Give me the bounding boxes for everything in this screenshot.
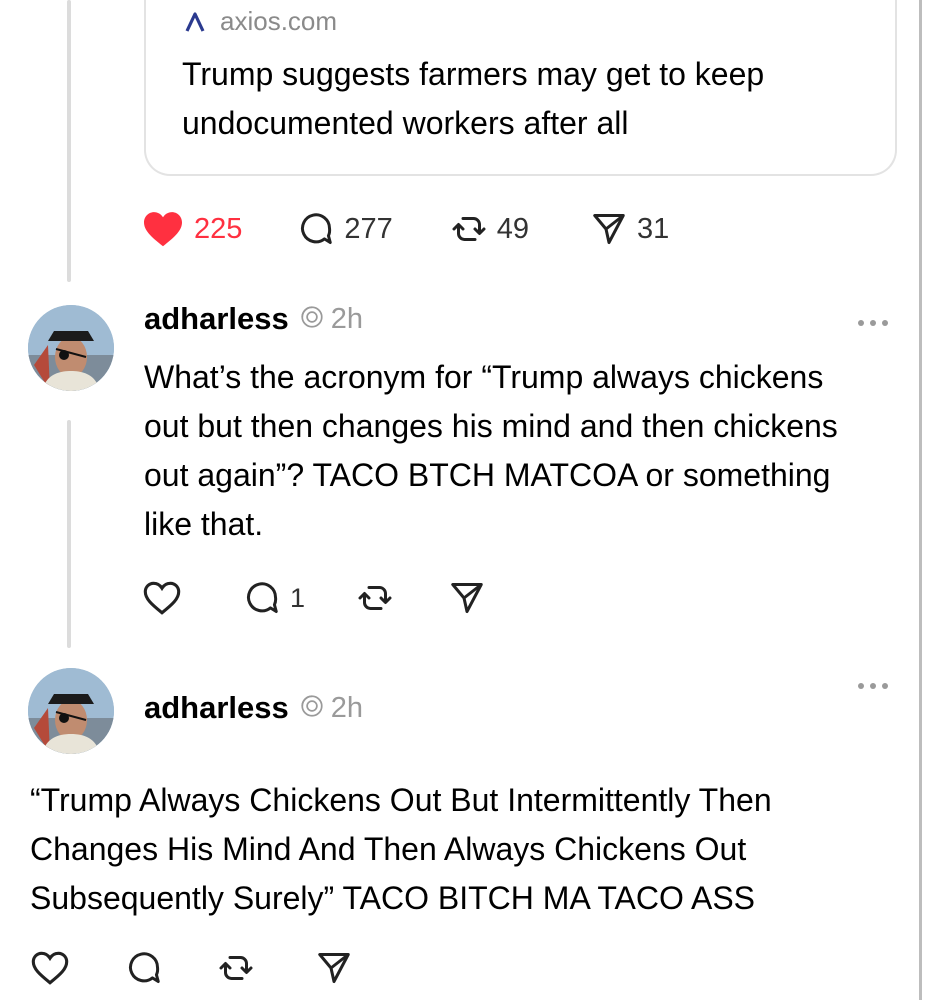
post-actions: 1 xyxy=(142,580,485,616)
more-dot xyxy=(858,320,864,326)
more-options-button[interactable] xyxy=(858,320,888,326)
repost-icon xyxy=(451,211,487,247)
comment-icon xyxy=(298,211,334,247)
heart-icon xyxy=(30,950,70,986)
post-header: adharless 2h xyxy=(144,690,363,726)
username[interactable]: adharless xyxy=(144,301,289,337)
more-dot xyxy=(882,683,888,689)
heart-filled-icon xyxy=(142,210,184,248)
repost-icon xyxy=(357,580,393,616)
thread-indicator-icon xyxy=(299,693,325,724)
thread-indicator-icon xyxy=(299,304,325,335)
like-count: 225 xyxy=(194,212,243,245)
link-domain-row: axios.com xyxy=(182,6,337,37)
reply-button[interactable]: 277 xyxy=(298,211,393,247)
post-header: adharless 2h xyxy=(144,301,363,337)
post-actions xyxy=(30,950,352,986)
reply-count: 1 xyxy=(290,582,306,613)
link-domain: axios.com xyxy=(220,6,338,36)
more-dot xyxy=(870,320,876,326)
avatar[interactable] xyxy=(28,668,114,754)
scrollbar[interactable] xyxy=(919,0,922,1000)
post-text: What’s the acronym for “Trump always chi… xyxy=(144,359,838,542)
avatar[interactable] xyxy=(28,305,114,391)
share-button[interactable] xyxy=(449,580,485,616)
link-title[interactable]: Trump suggests farmers may get to keep u… xyxy=(182,50,882,148)
repost-button[interactable] xyxy=(357,580,393,616)
more-options-button[interactable] xyxy=(858,683,888,689)
timestamp: 2h xyxy=(330,691,364,724)
send-icon xyxy=(449,580,485,616)
share-button[interactable] xyxy=(316,950,352,986)
post-actions: 225 277 49 31 xyxy=(142,210,669,248)
like-button[interactable] xyxy=(142,580,182,616)
repost-button[interactable]: 49 xyxy=(451,211,529,247)
repost-count: 49 xyxy=(496,212,530,245)
comment-icon xyxy=(126,950,162,986)
reply-button[interactable]: 1 xyxy=(244,580,305,616)
username[interactable]: adharless xyxy=(144,690,289,726)
comment-icon xyxy=(244,580,280,616)
thread-line-top xyxy=(67,0,71,282)
thread-line-middle xyxy=(67,420,71,648)
send-icon xyxy=(316,950,352,986)
post-text: “Trump Always Chickens Out But Intermitt… xyxy=(30,782,772,916)
more-dot xyxy=(882,320,888,326)
reply-button[interactable] xyxy=(126,950,162,986)
repost-button[interactable] xyxy=(218,950,254,986)
reply-count: 277 xyxy=(344,212,393,245)
share-count: 31 xyxy=(637,212,670,245)
share-button[interactable]: 31 xyxy=(591,211,669,247)
more-dot xyxy=(858,683,864,689)
timestamp: 2h xyxy=(330,302,364,335)
link-preview-card[interactable]: axios.com Trump suggests farmers may get… xyxy=(144,0,897,176)
like-button[interactable] xyxy=(30,950,70,986)
send-icon xyxy=(591,211,627,247)
repost-icon xyxy=(218,950,254,986)
axios-logo-icon xyxy=(182,9,208,35)
like-button[interactable]: 225 xyxy=(142,210,242,248)
heart-icon xyxy=(142,580,182,616)
more-dot xyxy=(870,683,876,689)
